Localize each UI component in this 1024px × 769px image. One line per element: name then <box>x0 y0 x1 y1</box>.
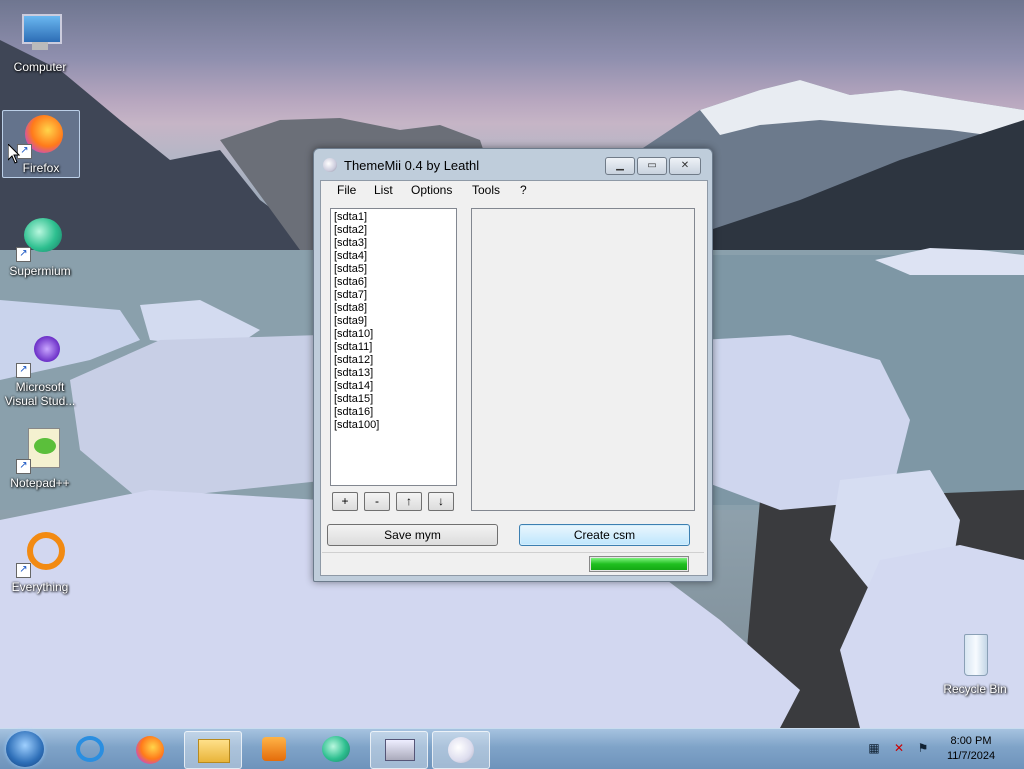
internet-explorer-icon <box>76 736 104 762</box>
list-item[interactable]: [sdta1] <box>334 211 367 224</box>
clock-time: 8:00 PM <box>950 735 992 747</box>
desktop-icon-everything[interactable]: ↗ Everything <box>2 530 78 594</box>
network-icon[interactable]: ▦ <box>866 741 882 757</box>
desktop-icon-label: Everything <box>11 580 69 594</box>
save-mym-button[interactable]: Save mym <box>327 524 498 546</box>
recycle-bin-icon <box>951 632 999 680</box>
thememii-icon <box>448 737 474 763</box>
taskbar-media-player[interactable] <box>246 731 302 767</box>
shortcut-arrow-icon: ↗ <box>16 563 31 578</box>
visual-studio-icon: ↗ <box>16 330 64 378</box>
list-item[interactable]: [sdta100] <box>334 419 379 432</box>
notepadpp-icon: ↗ <box>16 426 64 474</box>
shortcut-arrow-icon: ↗ <box>16 459 31 474</box>
taskbar-supermium[interactable] <box>308 731 364 767</box>
window-title: ThemeMii 0.4 by Leathl <box>344 158 480 173</box>
desktop-icon-computer[interactable]: Computer <box>2 10 78 74</box>
firefox-icon: ↗ <box>17 111 65 159</box>
list-item[interactable]: [sdta6] <box>334 276 367 289</box>
desktop-icon-label: Supermium <box>9 264 71 278</box>
preview-panel <box>471 208 695 511</box>
list-item[interactable]: [sdta8] <box>334 302 367 315</box>
taskbar-firefox[interactable] <box>122 731 178 767</box>
remove-item-button[interactable]: - <box>364 492 390 511</box>
list-item[interactable]: [sdta11] <box>334 341 372 354</box>
system-clock[interactable]: 8:00 PM 11/7/2024 <box>936 734 1006 764</box>
volume-muted-icon[interactable]: ✕ <box>891 741 907 757</box>
list-item[interactable]: [sdta10] <box>334 328 373 341</box>
desktop-icon-supermium[interactable]: ↗ Supermium <box>2 214 78 278</box>
taskbar: ▦ ✕ ⚑ 8:00 PM 11/7/2024 <box>0 728 1024 769</box>
menu-file[interactable]: File <box>337 183 356 197</box>
app-icon <box>323 158 337 172</box>
menu-help[interactable]: ? <box>520 183 527 197</box>
menu-list[interactable]: List <box>374 183 393 197</box>
title-bar[interactable]: ThemeMii 0.4 by Leathl ▁ ▭ ✕ <box>314 149 712 181</box>
taskbar-visual-studio[interactable] <box>370 731 428 769</box>
list-item[interactable]: [sdta14] <box>334 380 373 393</box>
list-item[interactable]: [sdta12] <box>334 354 373 367</box>
taskbar-file-explorer[interactable] <box>184 731 242 769</box>
mouse-cursor-icon <box>8 144 20 164</box>
start-button[interactable] <box>6 731 44 767</box>
folder-icon <box>198 739 230 763</box>
desktop-icon-label: Firefox <box>22 161 60 175</box>
taskbar-internet-explorer[interactable] <box>62 731 118 767</box>
status-bar <box>322 552 704 573</box>
list-item[interactable]: [sdta3] <box>334 237 367 250</box>
desktop-icon-label: Computer <box>13 60 67 74</box>
supermium-icon: ↗ <box>16 214 64 262</box>
firefox-icon <box>136 736 164 764</box>
maximize-button[interactable]: ▭ <box>637 157 667 175</box>
taskbar-thememii[interactable] <box>432 731 490 769</box>
move-up-button[interactable]: ↑ <box>396 492 422 511</box>
progress-bar <box>589 556 689 572</box>
desktop-icon-label: Microsoft Visual Stud... <box>4 380 76 408</box>
list-item[interactable]: [sdta7] <box>334 289 367 302</box>
menu-bar: File List Options Tools ? <box>321 181 707 201</box>
progress-fill <box>591 558 687 570</box>
desktop-icon-recycle-bin[interactable]: Recycle Bin <box>937 632 1013 696</box>
thememii-window[interactable]: ThemeMii 0.4 by Leathl ▁ ▭ ✕ File List O… <box>313 148 713 582</box>
list-item[interactable]: [sdta2] <box>334 224 367 237</box>
close-button[interactable]: ✕ <box>669 157 701 175</box>
media-player-icon <box>262 737 286 761</box>
add-item-button[interactable]: + <box>332 492 358 511</box>
list-item[interactable]: [sdta9] <box>334 315 367 328</box>
desktop-icon-visual-studio[interactable]: ↗ Microsoft Visual Stud... <box>2 330 78 408</box>
action-center-flag-icon[interactable]: ⚑ <box>915 741 931 757</box>
list-item[interactable]: [sdta4] <box>334 250 367 263</box>
create-csm-button[interactable]: Create csm <box>519 524 690 546</box>
desktop-icon-label: Recycle Bin <box>943 682 1007 696</box>
everything-search-icon: ↗ <box>16 530 65 578</box>
keyboard-app-icon <box>385 739 415 761</box>
list-item[interactable]: [sdta15] <box>334 393 373 406</box>
supermium-icon <box>322 736 350 762</box>
desktop-icon-notepadpp[interactable]: ↗ Notepad++ <box>2 426 78 490</box>
shortcut-arrow-icon: ↗ <box>16 247 31 262</box>
clock-date: 11/7/2024 <box>946 750 996 762</box>
list-item[interactable]: [sdta13] <box>334 367 373 380</box>
list-item[interactable]: [sdta5] <box>334 263 367 276</box>
list-item[interactable]: [sdta16] <box>334 406 373 419</box>
shortcut-arrow-icon: ↗ <box>16 363 31 378</box>
menu-options[interactable]: Options <box>411 183 452 197</box>
desktop-icon-label: Notepad++ <box>10 476 70 490</box>
computer-icon <box>16 10 64 58</box>
move-down-button[interactable]: ↓ <box>428 492 454 511</box>
window-client-area: File List Options Tools ? [sdta1] [sdta2… <box>320 180 708 576</box>
minimize-button[interactable]: ▁ <box>605 157 635 175</box>
section-listbox[interactable]: [sdta1] [sdta2] [sdta3] [sdta4] [sdta5] … <box>330 208 457 486</box>
menu-tools[interactable]: Tools <box>472 183 500 197</box>
